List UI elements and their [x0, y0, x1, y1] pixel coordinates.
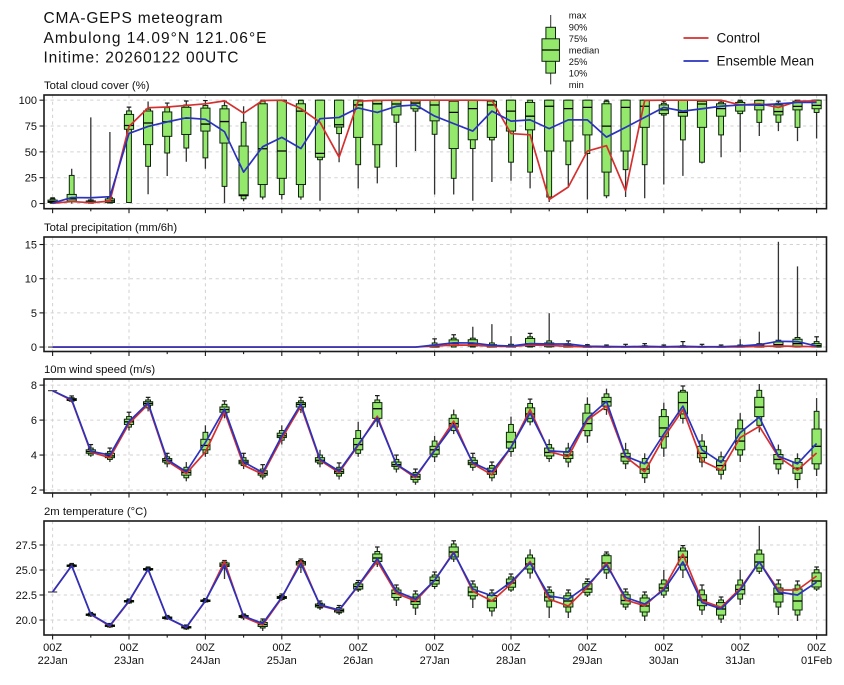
svg-text:CMA-GEPS meteogram: CMA-GEPS meteogram	[44, 10, 223, 27]
svg-text:27.5: 27.5	[16, 540, 37, 552]
svg-text:00Z: 00Z	[425, 642, 444, 654]
svg-text:10m wind speed (m/s): 10m wind speed (m/s)	[44, 364, 155, 376]
svg-text:00Z: 00Z	[43, 642, 62, 654]
svg-text:30Jan: 30Jan	[649, 655, 679, 667]
svg-text:90%: 90%	[569, 23, 588, 33]
svg-text:Initime: 20260122 00UTC: Initime: 20260122 00UTC	[44, 50, 239, 67]
svg-text:0: 0	[31, 199, 37, 211]
svg-text:00Z: 00Z	[731, 642, 750, 654]
svg-text:23Jan: 23Jan	[114, 655, 144, 667]
svg-text:Total cloud cover (%): Total cloud cover (%)	[44, 80, 150, 92]
svg-text:29Jan: 29Jan	[572, 655, 602, 667]
svg-text:00Z: 00Z	[654, 642, 673, 654]
svg-text:00Z: 00Z	[120, 642, 139, 654]
svg-text:2: 2	[31, 485, 37, 497]
svg-text:25: 25	[25, 173, 37, 185]
svg-text:75: 75	[25, 121, 37, 133]
svg-text:01Feb: 01Feb	[801, 655, 832, 667]
svg-text:25.0: 25.0	[16, 565, 37, 577]
svg-text:22Jan: 22Jan	[38, 655, 68, 667]
svg-text:Ensemble Mean: Ensemble Mean	[717, 54, 815, 69]
svg-text:00Z: 00Z	[578, 642, 597, 654]
svg-text:00Z: 00Z	[349, 642, 368, 654]
svg-text:Control: Control	[717, 31, 761, 46]
svg-text:median: median	[569, 46, 600, 56]
svg-text:50: 50	[25, 147, 37, 159]
svg-text:Total precipitation (mm/6h): Total precipitation (mm/6h)	[44, 222, 177, 234]
svg-text:00Z: 00Z	[502, 642, 521, 654]
svg-text:22.5: 22.5	[16, 590, 37, 602]
svg-text:0: 0	[31, 342, 37, 354]
svg-text:27Jan: 27Jan	[420, 655, 450, 667]
svg-text:26Jan: 26Jan	[343, 655, 373, 667]
svg-text:10%: 10%	[569, 69, 588, 79]
svg-text:00Z: 00Z	[807, 642, 826, 654]
svg-text:4: 4	[31, 450, 37, 462]
svg-text:31Jan: 31Jan	[725, 655, 755, 667]
svg-text:28Jan: 28Jan	[496, 655, 526, 667]
svg-text:100: 100	[19, 95, 37, 107]
svg-text:20.0: 20.0	[16, 615, 37, 627]
svg-text:2m temperature (°C): 2m temperature (°C)	[44, 506, 147, 518]
svg-text:15: 15	[25, 240, 37, 252]
svg-text:6: 6	[31, 415, 37, 427]
svg-text:75%: 75%	[569, 34, 588, 44]
svg-text:Ambulong 14.09°N 121.06°E: Ambulong 14.09°N 121.06°E	[44, 30, 267, 47]
svg-text:25Jan: 25Jan	[267, 655, 297, 667]
svg-text:00Z: 00Z	[196, 642, 215, 654]
svg-text:8: 8	[31, 380, 37, 392]
svg-text:10: 10	[25, 274, 37, 286]
svg-text:25%: 25%	[569, 57, 588, 67]
svg-text:max: max	[569, 11, 587, 21]
svg-text:5: 5	[31, 308, 37, 320]
svg-text:24Jan: 24Jan	[190, 655, 220, 667]
svg-text:00Z: 00Z	[272, 642, 291, 654]
svg-text:min: min	[569, 80, 584, 90]
